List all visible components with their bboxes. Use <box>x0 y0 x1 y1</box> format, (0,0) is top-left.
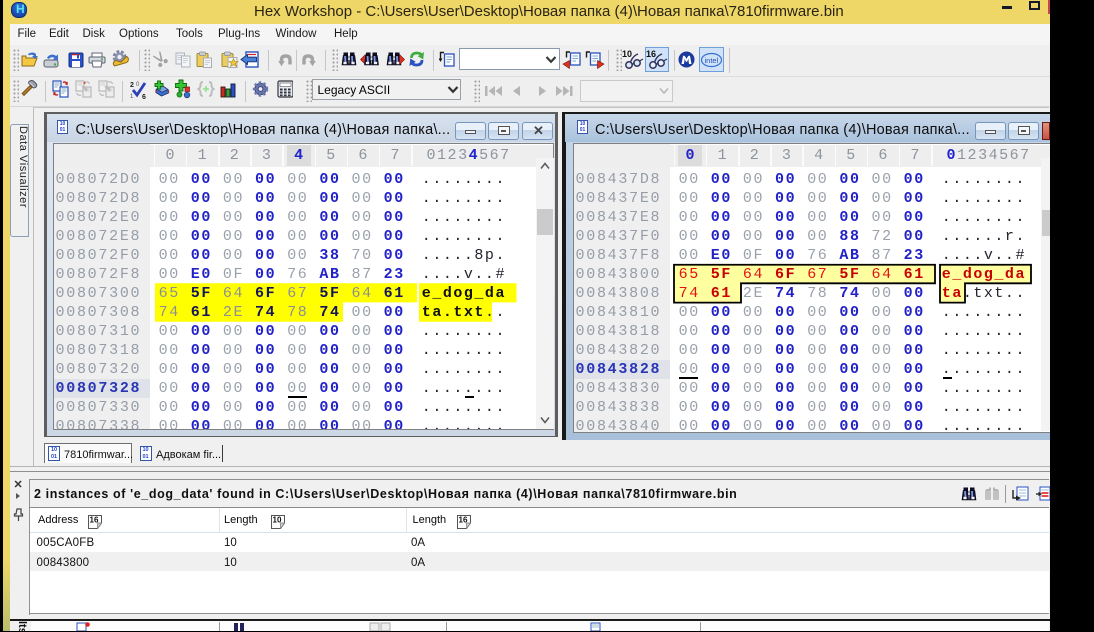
svg-text:16: 16 <box>89 515 98 524</box>
svg-text:10: 10 <box>272 515 281 524</box>
svg-text:16: 16 <box>459 515 468 524</box>
